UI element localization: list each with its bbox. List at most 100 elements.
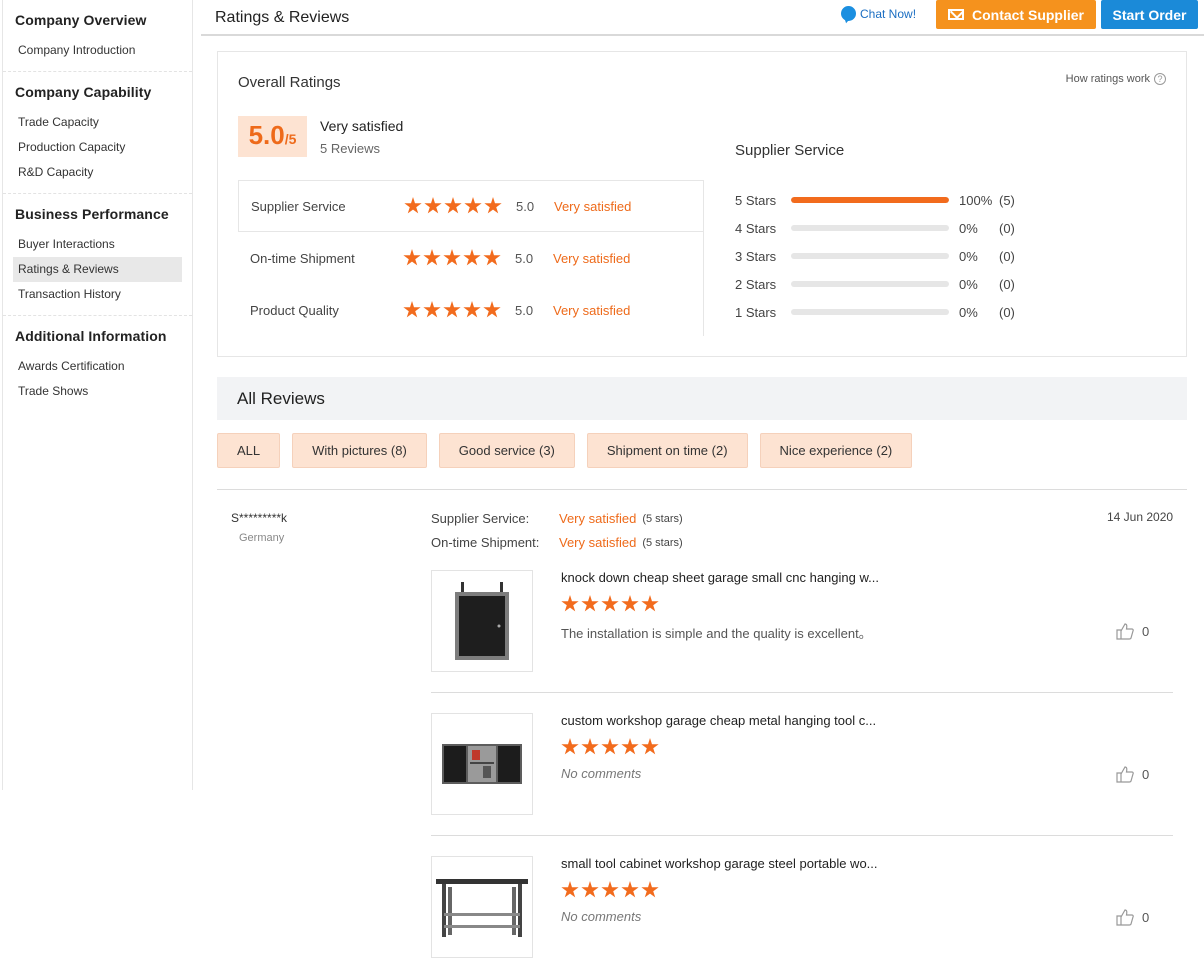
sidebar-item-trade-capacity[interactable]: Trade Capacity bbox=[13, 110, 182, 135]
like-button[interactable]: 0 bbox=[1116, 623, 1149, 640]
rating-satisfaction: Very satisfied bbox=[553, 302, 631, 318]
star-icon bbox=[601, 881, 619, 898]
category-ratings: Supplier Service 5.0 Very satisfied On-t… bbox=[238, 180, 703, 336]
review-filters: ALL With pictures (8) Good service (3) S… bbox=[217, 433, 913, 468]
start-order-button[interactable]: Start Order bbox=[1101, 0, 1198, 29]
star-icon bbox=[423, 301, 441, 318]
filter-all[interactable]: ALL bbox=[217, 433, 281, 468]
how-ratings-work-link[interactable]: How ratings work ? bbox=[1066, 73, 1166, 85]
review-meta-key: Supplier Service: bbox=[431, 511, 530, 526]
distribution-row: 5 Stars 100% (5) bbox=[735, 186, 1015, 214]
star-icon bbox=[444, 197, 462, 214]
mail-icon bbox=[947, 9, 964, 20]
star-icon bbox=[483, 249, 501, 266]
distribution-bar bbox=[791, 281, 949, 287]
sidebar-item-ratings-reviews[interactable]: Ratings & Reviews bbox=[13, 257, 182, 282]
sidebar-item-company-introduction[interactable]: Company Introduction bbox=[13, 38, 182, 63]
review-comment: The installation is simple and the quali… bbox=[561, 626, 872, 641]
rating-row-supplier-service: Supplier Service 5.0 Very satisfied bbox=[238, 180, 703, 232]
sidebar-item-production-capacity[interactable]: Production Capacity bbox=[13, 135, 182, 160]
product-name[interactable]: custom workshop garage cheap metal hangi… bbox=[561, 713, 876, 728]
reviewed-product: small tool cabinet workshop garage steel… bbox=[431, 856, 1173, 958]
sidebar: Company Overview Company Introduction Co… bbox=[2, 0, 193, 790]
star-icon bbox=[424, 197, 442, 214]
distribution-count: (0) bbox=[999, 220, 1015, 236]
sidebar-section-title: Company Capability bbox=[15, 84, 152, 100]
star-icon bbox=[561, 881, 579, 898]
filter-with-pictures[interactable]: With pictures (8) bbox=[292, 433, 427, 468]
filter-good-service[interactable]: Good service (3) bbox=[438, 433, 575, 468]
star-icon bbox=[403, 301, 421, 318]
rating-satisfaction: Very satisfied bbox=[553, 250, 631, 266]
star-icon bbox=[581, 881, 599, 898]
star-rating bbox=[403, 249, 501, 267]
sidebar-section-company-overview: Company Overview Company Introduction bbox=[3, 0, 192, 72]
star-icon bbox=[423, 249, 441, 266]
distribution-percent: 0% bbox=[959, 220, 978, 236]
like-count: 0 bbox=[1142, 910, 1150, 925]
distribution-bar bbox=[791, 253, 949, 259]
star-icon bbox=[621, 881, 639, 898]
distribution-count: (0) bbox=[999, 276, 1015, 292]
product-divider bbox=[431, 692, 1173, 693]
reviewer-name: S*********k bbox=[231, 511, 288, 525]
sidebar-item-awards-certification[interactable]: Awards Certification bbox=[13, 354, 182, 379]
star-icon bbox=[601, 738, 619, 755]
sidebar-section-title: Business Performance bbox=[15, 206, 169, 222]
distribution-percent: 100% bbox=[959, 192, 993, 208]
distribution-bar bbox=[791, 309, 949, 315]
rating-score: 5.0 bbox=[516, 198, 535, 214]
product-star-rating bbox=[561, 595, 659, 613]
rating-label: Supplier Service bbox=[251, 198, 346, 214]
star-icon bbox=[463, 249, 481, 266]
reviewed-product: custom workshop garage cheap metal hangi… bbox=[431, 713, 1173, 815]
review-meta-supplier-service: Supplier Service: Very satisfied (5 star… bbox=[431, 511, 683, 526]
distribution-count: (5) bbox=[999, 192, 1015, 208]
sidebar-item-trade-shows[interactable]: Trade Shows bbox=[13, 379, 182, 404]
product-thumbnail[interactable] bbox=[431, 713, 533, 815]
rating-row-on-time-shipment: On-time Shipment 5.0 Very satisfied bbox=[238, 232, 703, 284]
like-button[interactable]: 0 bbox=[1116, 766, 1149, 783]
sidebar-section-title: Additional Information bbox=[15, 328, 167, 344]
wall-tool-cabinet-image bbox=[442, 744, 522, 784]
sidebar-item-transaction-history[interactable]: Transaction History bbox=[13, 282, 182, 307]
overall-ratings-panel: Overall Ratings How ratings work ? 5.0 /… bbox=[217, 51, 1187, 357]
star-rating bbox=[403, 301, 501, 319]
rating-label: Product Quality bbox=[250, 302, 339, 318]
chat-now-link[interactable]: Chat Now! bbox=[841, 6, 916, 21]
overall-score: 5.0 bbox=[248, 120, 285, 150]
sidebar-item-rd-capacity[interactable]: R&D Capacity bbox=[13, 160, 182, 185]
star-icon bbox=[464, 197, 482, 214]
like-button[interactable]: 0 bbox=[1116, 909, 1149, 926]
distribution-row: 1 Stars 0% (0) bbox=[735, 298, 1015, 326]
product-name[interactable]: small tool cabinet workshop garage steel… bbox=[561, 856, 878, 871]
distribution-label: 5 Stars bbox=[735, 192, 777, 208]
product-name[interactable]: knock down cheap sheet garage small cnc … bbox=[561, 570, 879, 585]
sidebar-item-buyer-interactions[interactable]: Buyer Interactions bbox=[13, 232, 182, 257]
distribution-bar bbox=[791, 225, 949, 231]
reviewer-country: Germany bbox=[239, 532, 285, 544]
overall-score-badge: 5.0 /5 bbox=[238, 116, 307, 157]
star-icon bbox=[641, 881, 659, 898]
product-thumbnail[interactable] bbox=[431, 856, 533, 958]
star-icon bbox=[484, 197, 502, 214]
contact-supplier-button[interactable]: Contact Supplier bbox=[936, 0, 1096, 29]
workbench-image bbox=[436, 879, 528, 937]
filter-nice-experience[interactable]: Nice experience (2) bbox=[759, 433, 913, 468]
like-count: 0 bbox=[1142, 767, 1150, 782]
rating-label: On-time Shipment bbox=[250, 250, 355, 266]
overall-score-max: /5 bbox=[284, 131, 297, 147]
distribution-row: 4 Stars 0% (0) bbox=[735, 214, 1015, 242]
product-thumbnail[interactable] bbox=[431, 570, 533, 672]
product-star-rating bbox=[561, 881, 659, 899]
distribution-label: 1 Stars bbox=[735, 304, 777, 320]
filter-shipment-on-time[interactable]: Shipment on time (2) bbox=[586, 433, 748, 468]
rating-satisfaction: Very satisfied bbox=[554, 198, 632, 214]
distribution-row: 2 Stars 0% (0) bbox=[735, 270, 1015, 298]
distribution-label: 3 Stars bbox=[735, 248, 777, 264]
contact-supplier-label: Contact Supplier bbox=[971, 6, 1084, 23]
distribution-bar bbox=[791, 197, 949, 203]
overall-ratings-title: Overall Ratings bbox=[238, 74, 341, 91]
star-icon bbox=[443, 249, 461, 266]
review-meta-value: Very satisfied bbox=[559, 535, 637, 550]
